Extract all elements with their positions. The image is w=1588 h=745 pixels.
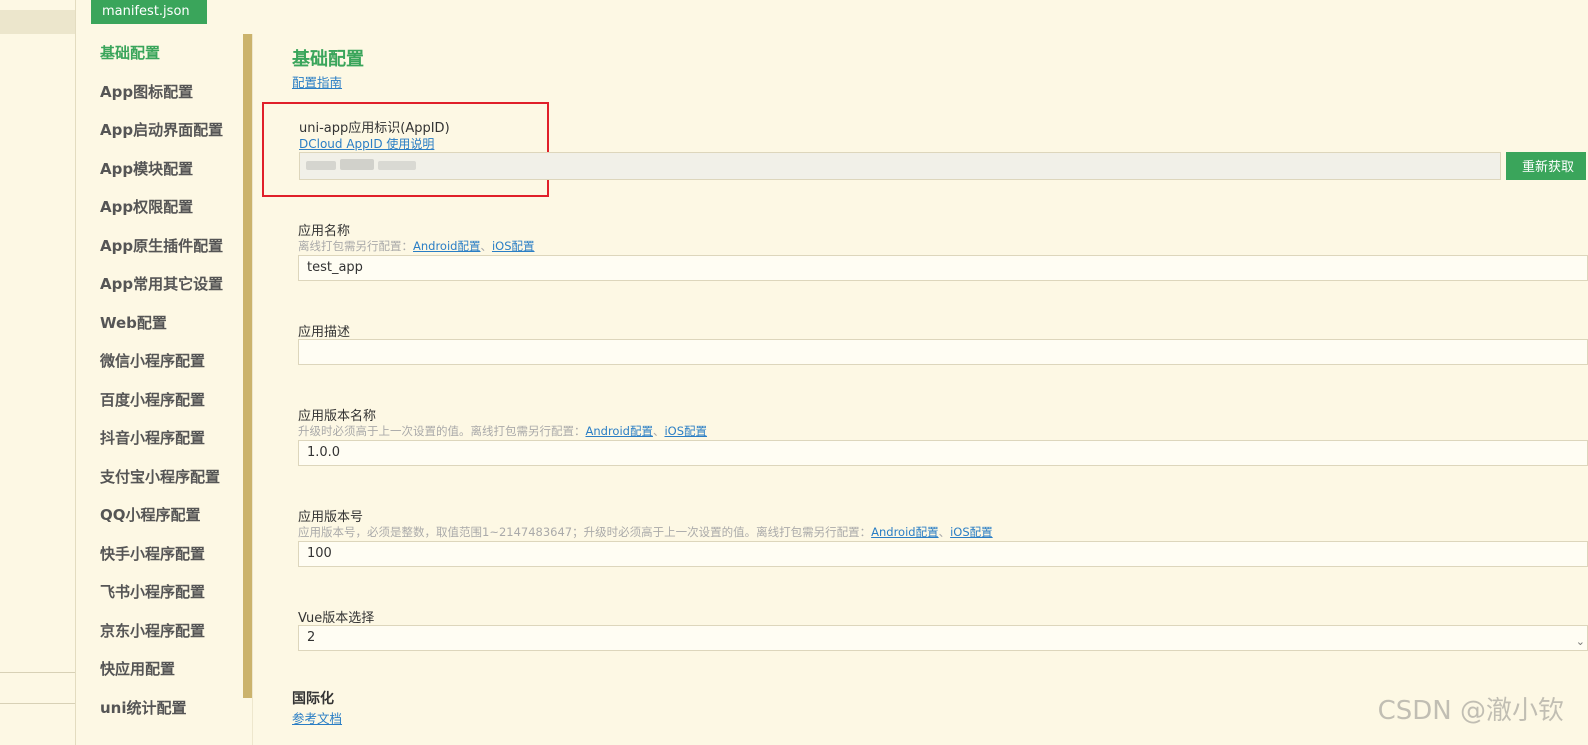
config-guide-link[interactable]: 配置指南 — [292, 72, 342, 91]
vue-version-select[interactable]: 2 ⌄ — [298, 625, 1588, 651]
nav-item-qq-mp[interactable]: QQ小程序配置 — [76, 496, 244, 535]
app-name-hint-text: 离线打包需另行配置： — [298, 239, 413, 253]
version-code-ios-link[interactable]: iOS配置 — [950, 525, 993, 539]
nav-scrollbar[interactable] — [243, 34, 252, 698]
nav-item-app-modules[interactable]: App模块配置 — [76, 150, 244, 189]
nav-item-douyin-mp[interactable]: 抖音小程序配置 — [76, 419, 244, 458]
link-separator: 、 — [652, 424, 665, 438]
version-name-hint: 升级时必须高于上一次设置的值。离线打包需另行配置：Android配置、iOS配置 — [298, 423, 707, 439]
appid-redacted-value — [378, 161, 416, 170]
chevron-down-icon: ⌄ — [1575, 635, 1585, 648]
vue-version-label: Vue版本选择 — [298, 611, 375, 626]
app-desc-input[interactable] — [298, 339, 1588, 365]
nav-item-basic[interactable]: 基础配置 — [76, 34, 244, 73]
version-name-android-link[interactable]: Android配置 — [586, 424, 653, 438]
nav-item-alipay-mp[interactable]: 支付宝小程序配置 — [76, 458, 244, 497]
nav-item-feishu-mp[interactable]: 飞书小程序配置 — [76, 573, 244, 612]
appid-input[interactable] — [299, 152, 1501, 180]
version-code-input[interactable]: 100 — [298, 541, 1588, 567]
appid-redacted-value — [306, 161, 336, 170]
nav-item-kuaishou-mp[interactable]: 快手小程序配置 — [76, 535, 244, 574]
nav-divider — [252, 34, 253, 745]
project-tree-panel — [0, 0, 76, 745]
section-title: 基础配置 — [292, 49, 364, 70]
panel-divider — [0, 672, 75, 673]
nav-item-quickapp[interactable]: 快应用配置 — [76, 650, 244, 689]
settings-nav: 基础配置 App图标配置 App启动界面配置 App模块配置 App权限配置 A… — [76, 34, 244, 727]
app-name-label: 应用名称 — [298, 224, 351, 239]
appid-doc-link[interactable]: DCloud AppID 使用说明 — [299, 135, 434, 152]
settings-content: 基础配置 配置指南 uni-app应用标识(AppID) DCloud AppI… — [262, 0, 1588, 745]
app-name-input[interactable]: test_app — [298, 255, 1588, 281]
app-desc-label: 应用描述 — [298, 325, 351, 340]
manifest-editor: manifest.json 基础配置 App图标配置 App启动界面配置 App… — [0, 0, 1588, 745]
watermark: CSDN @澈小钦 — [1377, 696, 1564, 726]
version-code-hint-text: 应用版本号，必须是整数，取值范围1~2147483647；升级时必须高于上一次设… — [298, 525, 872, 539]
nav-item-app-splash[interactable]: App启动界面配置 — [76, 111, 244, 150]
nav-item-jd-mp[interactable]: 京东小程序配置 — [76, 612, 244, 651]
refetch-appid-button[interactable]: 重新获取 — [1506, 152, 1586, 180]
nav-item-app-icon[interactable]: App图标配置 — [76, 73, 244, 112]
app-name-ios-link[interactable]: iOS配置 — [492, 239, 535, 253]
nav-item-uni-stat[interactable]: uni统计配置 — [76, 689, 244, 728]
version-name-ios-link[interactable]: iOS配置 — [664, 424, 707, 438]
link-separator: 、 — [938, 525, 951, 539]
nav-item-weixin-mp[interactable]: 微信小程序配置 — [76, 342, 244, 381]
version-code-android-link[interactable]: Android配置 — [871, 525, 938, 539]
version-name-label: 应用版本名称 — [298, 409, 377, 424]
link-separator: 、 — [480, 239, 492, 253]
nav-item-baidu-mp[interactable]: 百度小程序配置 — [76, 381, 244, 420]
nav-item-app-native-plugins[interactable]: App原生插件配置 — [76, 227, 244, 266]
version-name-hint-text: 升级时必须高于上一次设置的值。离线打包需另行配置： — [298, 424, 586, 438]
nav-item-web[interactable]: Web配置 — [76, 304, 244, 343]
version-name-input[interactable]: 1.0.0 — [298, 440, 1588, 466]
vue-version-value: 2 — [307, 630, 316, 645]
nav-item-app-other-settings[interactable]: App常用其它设置 — [76, 265, 244, 304]
project-tree-selected-row[interactable] — [0, 10, 75, 34]
nav-item-app-permissions[interactable]: App权限配置 — [76, 188, 244, 227]
app-name-android-link[interactable]: Android配置 — [413, 239, 480, 253]
version-code-hint: 应用版本号，必须是整数，取值范围1~2147483647；升级时必须高于上一次设… — [298, 524, 993, 540]
tab-manifest-json[interactable]: manifest.json — [91, 0, 207, 24]
i18n-title: 国际化 — [292, 691, 334, 707]
panel-divider — [0, 703, 75, 704]
app-name-hint: 离线打包需另行配置：Android配置、iOS配置 — [298, 238, 535, 254]
version-code-label: 应用版本号 — [298, 510, 364, 525]
appid-label: uni-app应用标识(AppID) — [299, 121, 450, 136]
appid-redacted-value — [340, 159, 374, 170]
i18n-doc-link[interactable]: 参考文档 — [292, 708, 342, 727]
